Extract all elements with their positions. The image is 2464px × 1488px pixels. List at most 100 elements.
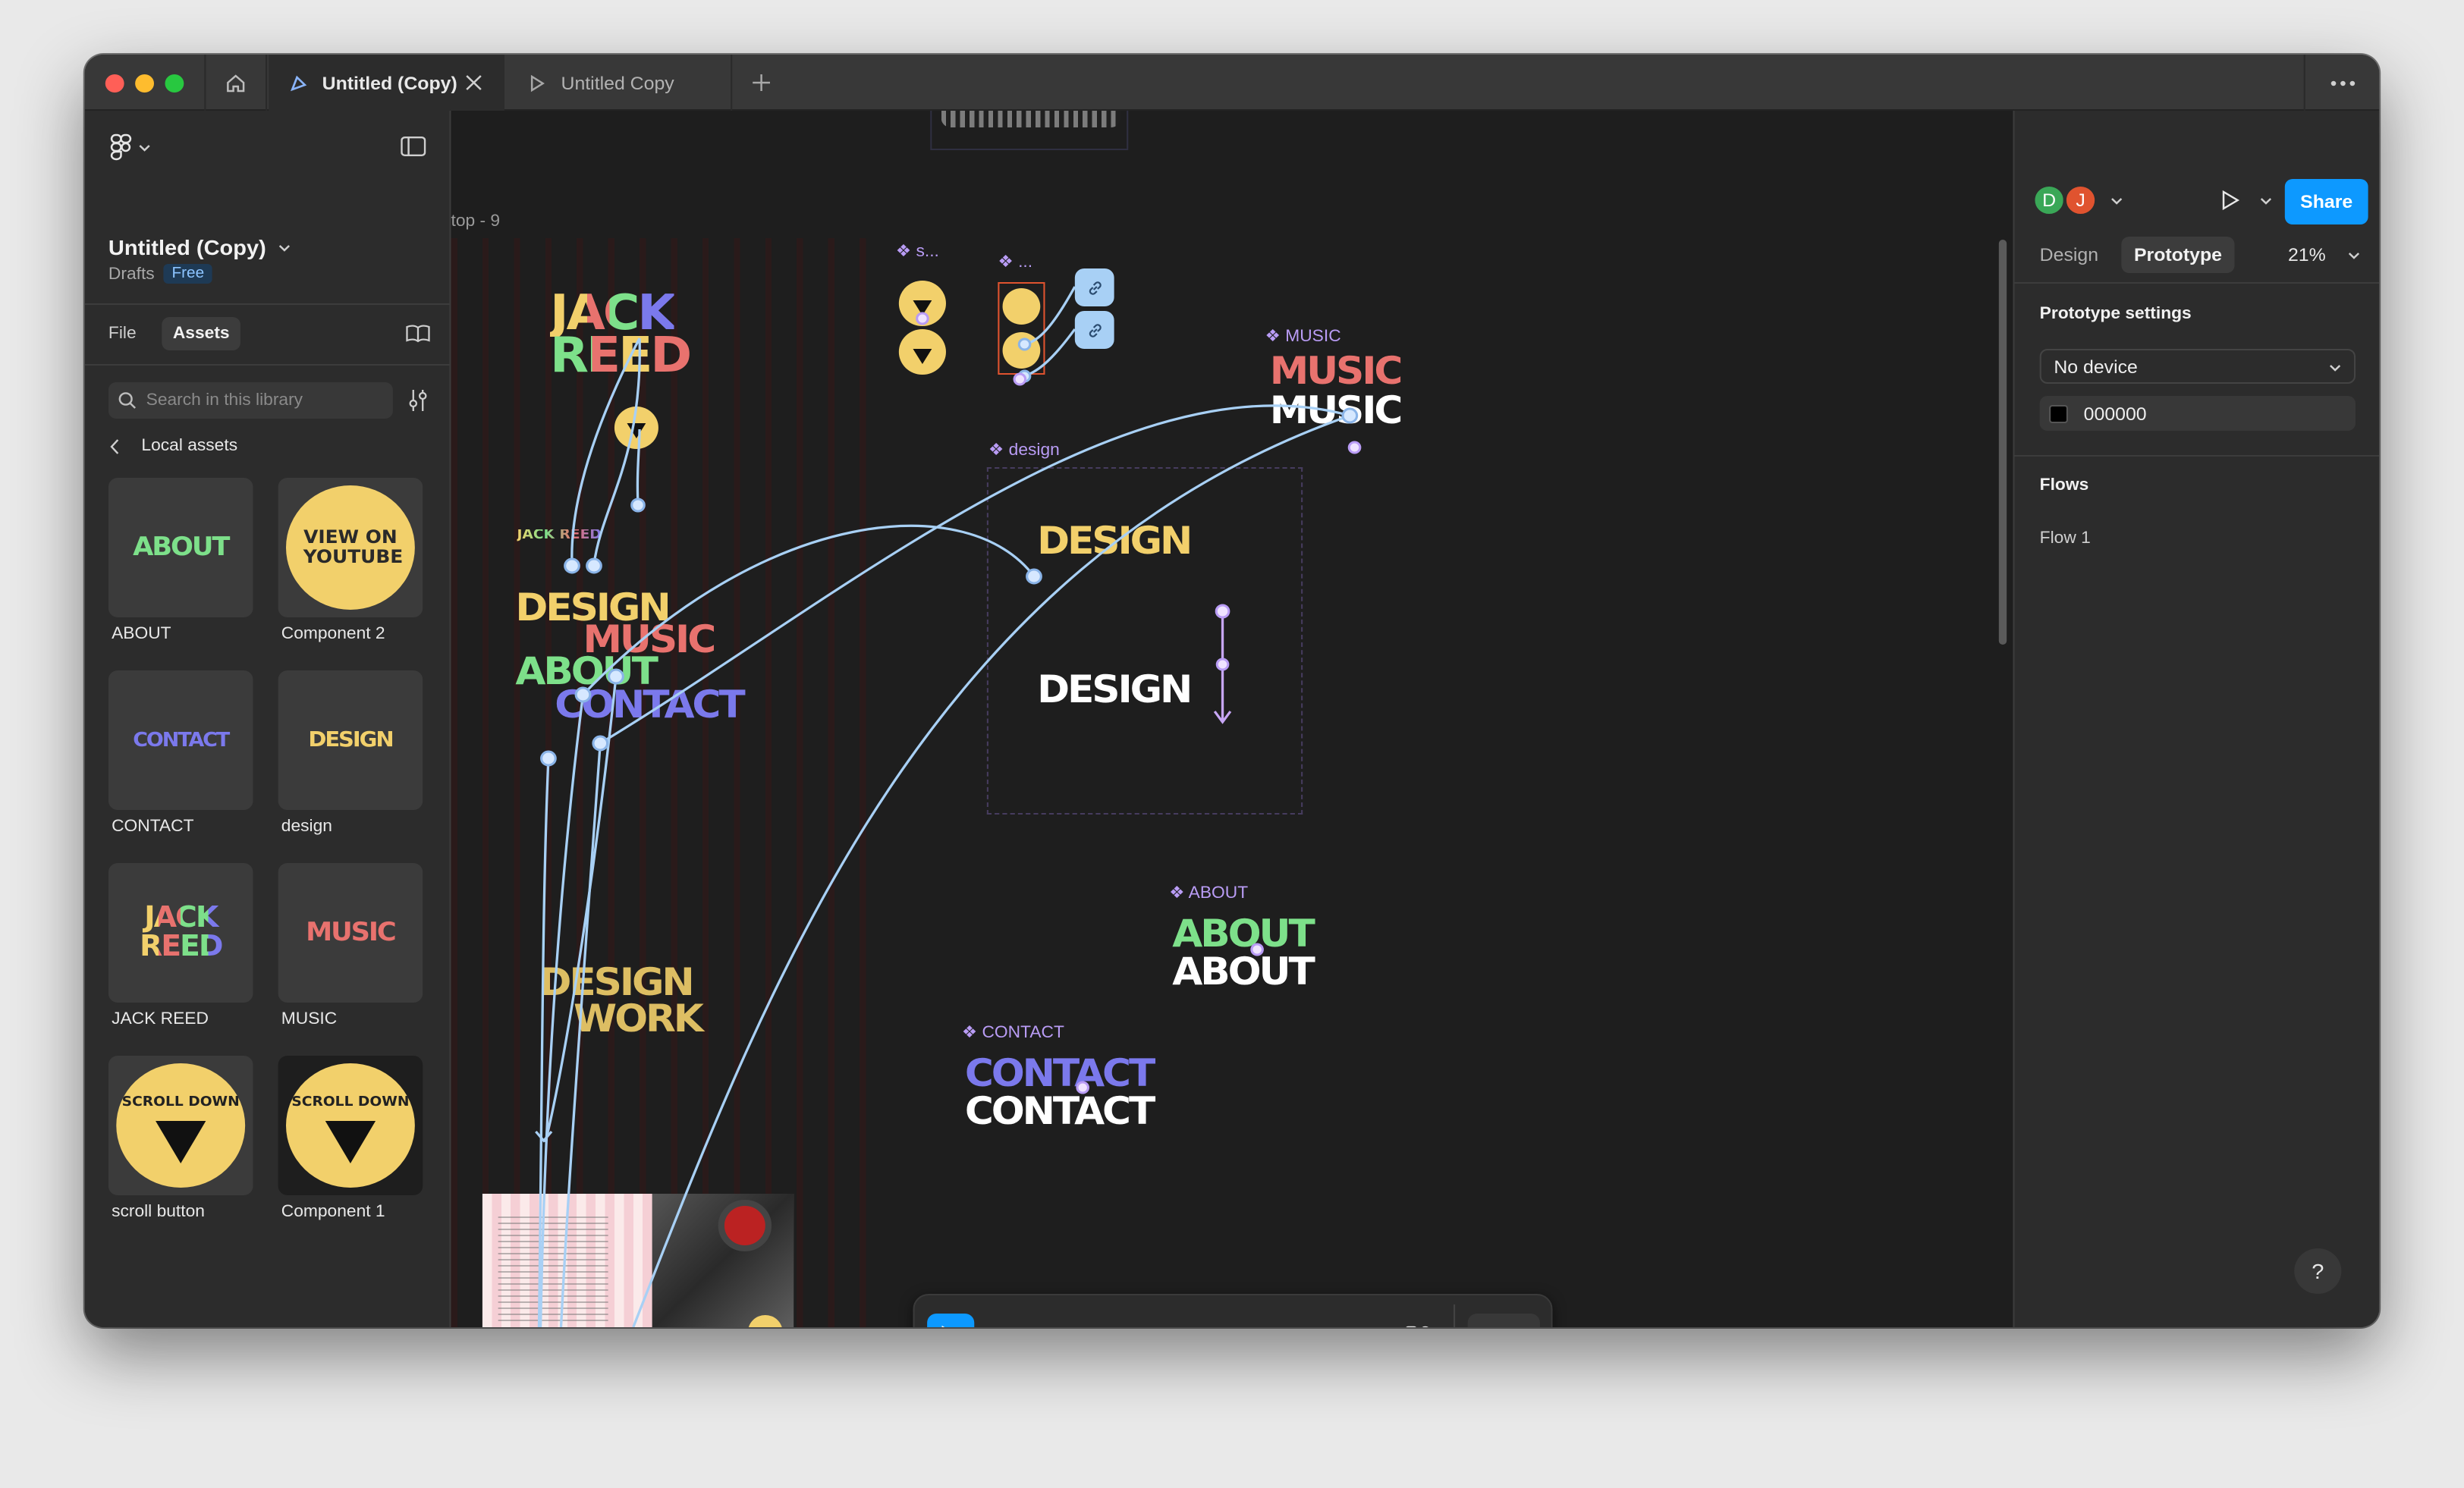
close-window-button[interactable] <box>105 74 124 93</box>
search-icon <box>118 392 137 409</box>
text-tool-button[interactable] <box>1273 1314 1317 1327</box>
tab-file[interactable]: File <box>108 325 137 343</box>
connector-about-to-music[interactable] <box>599 404 1350 745</box>
device-value: No device <box>2054 356 2138 377</box>
back-to-libraries-button[interactable]: Local assets <box>108 437 237 455</box>
connector-scroll[interactable] <box>636 429 641 504</box>
asset-contact[interactable]: CONTACT <box>108 670 253 810</box>
main-menu-button[interactable] <box>110 133 151 161</box>
search-input[interactable]: Search in this library <box>108 382 393 419</box>
tab-design[interactable]: Design <box>2040 244 2098 265</box>
pen-tool-button[interactable] <box>1186 1314 1230 1327</box>
triangle-down-icon <box>325 1121 376 1163</box>
asset-thumb-text: MUSIC <box>306 917 397 947</box>
play-icon <box>530 74 545 92</box>
home-button[interactable] <box>204 55 268 111</box>
tab-untitled-copy[interactable]: Untitled (Copy) <box>269 55 504 111</box>
actions-tool-button[interactable] <box>1395 1314 1439 1327</box>
move-tool-button[interactable] <box>927 1314 975 1327</box>
tab-prototype[interactable]: Prototype <box>2121 237 2235 273</box>
chevron-down-icon <box>2330 365 2341 372</box>
asset-jack-reed[interactable]: JACK REED <box>108 863 253 1003</box>
share-button[interactable]: Share <box>2284 179 2368 224</box>
background-color-field[interactable]: 000000 <box>2039 396 2356 431</box>
chevron-down-icon <box>279 244 291 251</box>
asset-component-1[interactable]: SCROLL DOWN <box>278 1056 423 1195</box>
asset-label: MUSIC <box>281 1010 338 1028</box>
asset-label: Component 2 <box>281 625 385 643</box>
avatar[interactable]: J <box>2063 184 2098 217</box>
vertical-scrollbar[interactable] <box>1998 240 2007 645</box>
connector-youtube-links[interactable] <box>1023 286 1076 378</box>
tab-assets[interactable]: Assets <box>162 317 241 350</box>
color-swatch[interactable] <box>2049 404 2068 422</box>
connector-jackreed-1[interactable] <box>570 337 641 565</box>
youtube-button-thumb: VIEW ON YOUTUBE <box>285 485 415 610</box>
drafts-label[interactable]: Drafts <box>108 265 155 283</box>
comment-tool-button[interactable] <box>1334 1314 1378 1327</box>
connector-music-to-design[interactable] <box>582 524 1036 696</box>
asset-thumb-text: VIEW ON YOUTUBE <box>303 526 404 567</box>
asset-about[interactable]: ABOUT <box>108 478 253 617</box>
actions-icon <box>1404 1325 1429 1327</box>
new-tab-icon[interactable] <box>751 73 772 93</box>
asset-music[interactable]: MUSIC <box>278 863 423 1003</box>
home-icon <box>227 74 245 92</box>
scroll-button-thumb: SCROLL DOWN <box>116 1063 246 1188</box>
connector-jackreed-2[interactable] <box>592 337 641 565</box>
divider <box>84 364 450 366</box>
file-name: Untitled (Copy) <box>108 235 266 259</box>
close-tab-icon[interactable] <box>465 74 482 91</box>
asset-thumb-text: JACK REED <box>126 903 236 962</box>
asset-component-2[interactable]: VIEW ON YOUTUBE <box>278 478 423 617</box>
asset-label: design <box>281 818 332 836</box>
plan-badge: Free <box>164 264 212 284</box>
rectangle-icon <box>1112 1326 1132 1327</box>
local-assets-label: Local assets <box>141 437 238 455</box>
frame-hash-icon <box>1025 1326 1050 1327</box>
file-name-button[interactable]: Untitled (Copy) <box>108 235 291 259</box>
asset-scroll-button[interactable]: SCROLL DOWN <box>108 1056 253 1195</box>
scroll-button-thumb: SCROLL DOWN <box>285 1063 415 1188</box>
tab-untitled-copy-prototype[interactable]: Untitled Copy <box>506 55 733 111</box>
figma-file-icon <box>290 74 307 91</box>
device-select[interactable]: No device <box>2039 349 2356 384</box>
library-book-icon[interactable] <box>405 325 430 343</box>
background-hex[interactable]: 000000 <box>2084 403 2147 424</box>
asset-label: CONTACT <box>112 818 194 836</box>
filter-settings-icon[interactable] <box>407 388 429 413</box>
frame-tool-button[interactable] <box>1015 1314 1059 1327</box>
present-play-icon[interactable] <box>2219 190 2241 211</box>
dev-mode-button[interactable] <box>1467 1314 1540 1327</box>
chevron-down-icon <box>2348 252 2360 259</box>
zoom-window-button[interactable] <box>165 74 184 93</box>
divider <box>2014 455 2380 457</box>
zoom-level: 21% <box>2287 244 2326 265</box>
arrow-head <box>535 1130 553 1143</box>
minimize-window-button[interactable] <box>135 74 154 93</box>
avatar[interactable]: D <box>2032 184 2066 217</box>
triangle-down-icon <box>156 1121 206 1163</box>
pen-icon <box>1196 1326 1221 1327</box>
file-location: Drafts Free <box>108 264 212 284</box>
right-sidebar: D J Share Design Prototype 21% Prototype… <box>2013 111 2380 1327</box>
chevron-down-icon[interactable] <box>2110 197 2123 205</box>
asset-label: scroll button <box>112 1203 205 1221</box>
toggle-sidebar-icon[interactable] <box>401 137 426 156</box>
flow-item[interactable]: Flow 1 <box>2040 529 2091 548</box>
asset-design[interactable]: DESIGN <box>278 670 423 810</box>
more-menu-button[interactable] <box>2303 55 2379 111</box>
left-sidebar: Untitled (Copy) Drafts Free File Assets … <box>84 111 451 1327</box>
tab-label: Untitled Copy <box>561 72 674 93</box>
bottom-toolbar <box>913 1294 1553 1327</box>
flows-heading: Flows <box>2039 476 2089 494</box>
search-placeholder: Search in this library <box>146 391 303 410</box>
chevron-down-icon[interactable] <box>2260 197 2273 205</box>
zoom-menu[interactable]: 21% <box>2288 244 2360 265</box>
app-window: Untitled (Copy) Untitled Copy Untitled ( <box>84 55 2380 1327</box>
help-button[interactable]: ? <box>2294 1248 2342 1294</box>
chevron-down-icon <box>139 144 150 151</box>
rectangle-tool-button[interactable] <box>1100 1314 1144 1327</box>
canvas[interactable]: top - 9 JACK REED JACK REED DESIGN MUSIC… <box>451 111 2013 1327</box>
connector-bottom-to-music[interactable] <box>632 414 1350 1327</box>
